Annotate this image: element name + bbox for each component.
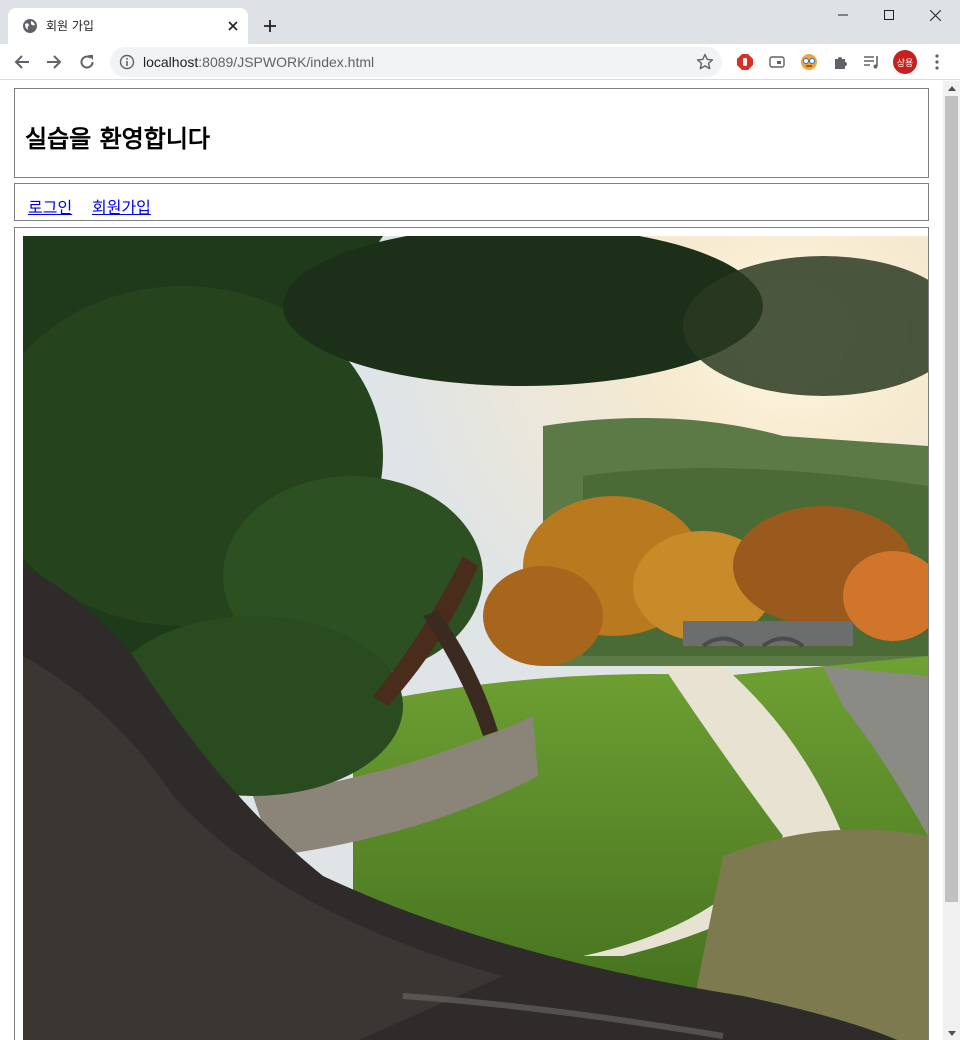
globe-icon (23, 19, 37, 33)
back-arrow-icon[interactable] (10, 50, 34, 74)
window-close-icon[interactable] (912, 0, 958, 30)
url-path: :8089/JSPWORK/index.html (198, 54, 375, 70)
browser-toolbar: localhost:8089/JSPWORK/index.html 상용 (0, 44, 960, 80)
nav-frame: 로그인 회원가입 (14, 183, 929, 221)
scrollbar-thumb[interactable] (945, 96, 958, 902)
minimize-icon[interactable] (820, 0, 866, 30)
bookmark-star-icon[interactable] (696, 53, 714, 71)
reload-icon[interactable] (75, 50, 99, 74)
scroll-up-arrow-icon[interactable] (943, 81, 960, 95)
url-text[interactable]: localhost:8089/JSPWORK/index.html (143, 54, 374, 70)
maximize-icon[interactable] (866, 0, 912, 30)
login-link[interactable]: 로그인 (28, 194, 72, 218)
address-bar[interactable]: localhost:8089/JSPWORK/index.html (110, 47, 722, 77)
browser-tab[interactable]: 회원 가입 (8, 8, 248, 44)
scroll-down-arrow-icon[interactable] (943, 1026, 960, 1040)
tab-extension-icon[interactable] (767, 52, 787, 72)
browser-titlebar: 회원 가입 (0, 0, 960, 44)
new-tab-icon[interactable] (260, 16, 280, 36)
page-viewport: 실습을 환영합니다 로그인 회원가입 (0, 81, 960, 1040)
landscape-photo (23, 236, 928, 1040)
header-frame: 실습을 환영합니다 (14, 88, 929, 178)
media-playlist-icon[interactable] (862, 52, 882, 72)
signup-link[interactable]: 회원가입 (92, 194, 151, 218)
profile-avatar[interactable]: 상용 (893, 50, 917, 74)
vertical-scrollbar[interactable] (943, 81, 960, 1040)
menu-dots-icon[interactable] (928, 52, 946, 72)
content-frame (14, 227, 929, 1040)
page-title: 실습을 환영합니다 (25, 125, 210, 153)
tab-close-icon[interactable] (224, 17, 242, 35)
adblock-extension-icon[interactable] (735, 52, 755, 72)
puzzle-extensions-icon[interactable] (831, 52, 851, 72)
forward-arrow-icon[interactable] (42, 50, 66, 74)
url-host: localhost (143, 54, 199, 70)
tab-title: 회원 가입 (46, 19, 94, 33)
face-extension-icon[interactable] (799, 52, 819, 72)
info-icon[interactable] (119, 54, 135, 70)
